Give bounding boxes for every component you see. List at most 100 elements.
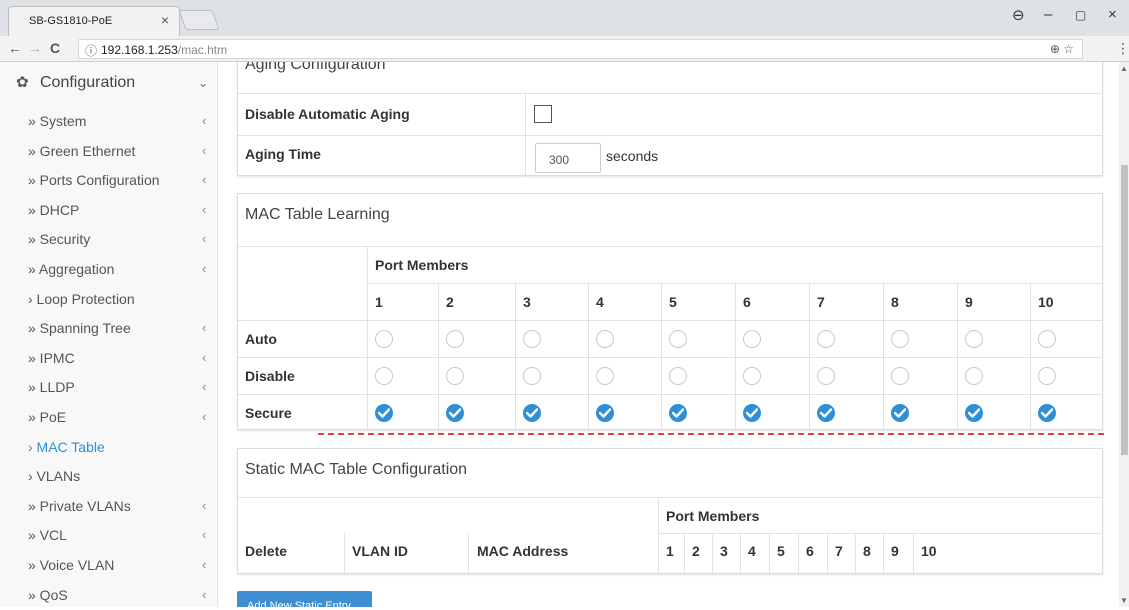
sidebar-item[interactable]: » Spanning Tree ‹	[16, 313, 216, 343]
radio-unchecked[interactable]	[523, 330, 541, 348]
radio-checked-icon[interactable]	[446, 404, 464, 422]
radio-checked-icon[interactable]	[375, 404, 393, 422]
sidebar-item[interactable]: » Ports Configuration ‹	[16, 165, 216, 195]
main-content: Aging Configuration Disable Automatic Ag…	[218, 62, 1119, 607]
radio-unchecked[interactable]	[446, 367, 464, 385]
window-close-icon[interactable]: ×	[1108, 6, 1117, 23]
divider	[1030, 283, 1031, 430]
port-number-header: 10	[1038, 294, 1054, 310]
sidebar-item[interactable]: › Loop Protection	[16, 284, 216, 314]
chevron-left-icon: ‹	[202, 320, 207, 336]
radio-unchecked[interactable]	[965, 367, 983, 385]
divider	[515, 283, 516, 430]
sidebar-item[interactable]: » Green Ethernet ‹	[16, 136, 216, 166]
radio-unchecked[interactable]	[596, 330, 614, 348]
site-info-icon[interactable]: ⓘ	[85, 42, 97, 59]
radio-unchecked[interactable]	[523, 367, 541, 385]
divider	[238, 497, 1102, 498]
port-number-header: 8	[863, 543, 871, 559]
maximize-icon[interactable]: ▢	[1075, 8, 1086, 22]
zoom-and-bookmark-icons[interactable]: ⊕ ☆	[1050, 42, 1074, 56]
profile-icon[interactable]: ⊖	[1012, 6, 1025, 24]
sidebar-item[interactable]: » DHCP ‹	[16, 195, 216, 225]
static-mac-title: Static MAC Table Configuration	[245, 461, 468, 478]
port-members-header: Port Members	[375, 257, 469, 273]
sidebar-item[interactable]: » IPMC ‹	[16, 343, 216, 373]
forward-icon[interactable]: →	[28, 40, 42, 56]
disable-aging-checkbox[interactable]	[534, 105, 552, 123]
radio-unchecked[interactable]	[743, 367, 761, 385]
radio-unchecked[interactable]	[1038, 330, 1056, 348]
radio-checked-icon[interactable]	[1038, 404, 1056, 422]
browser-menu-icon[interactable]: ⋮	[1116, 40, 1129, 57]
back-icon[interactable]: ←	[8, 40, 22, 56]
radio-unchecked[interactable]	[375, 330, 393, 348]
radio-unchecked[interactable]	[891, 330, 909, 348]
aging-time-input[interactable]: 300	[535, 143, 601, 173]
port-number-header: 10	[921, 543, 937, 559]
radio-unchecked[interactable]	[817, 367, 835, 385]
divider	[798, 533, 799, 573]
radio-checked-icon[interactable]	[596, 404, 614, 422]
sidebar-item[interactable]: » PoE ‹	[16, 402, 216, 432]
column-header-delete: Delete	[245, 543, 288, 559]
radio-checked-icon[interactable]	[965, 404, 983, 422]
radio-unchecked[interactable]	[817, 330, 835, 348]
sidebar-item-label: » QoS	[28, 586, 68, 603]
chevron-left-icon: ‹	[202, 172, 207, 188]
add-static-entry-button[interactable]: Add New Static Entry	[237, 591, 372, 607]
sidebar-item[interactable]: » QoS ‹	[16, 580, 216, 610]
sidebar-item[interactable]: » Aggregation ‹	[16, 254, 216, 284]
scrollbar-thumb[interactable]	[1121, 165, 1128, 455]
radio-checked-icon[interactable]	[523, 404, 541, 422]
sidebar-item[interactable]: » Private VLANs ‹	[16, 491, 216, 521]
radio-checked-icon[interactable]	[817, 404, 835, 422]
divider	[658, 533, 1102, 534]
new-tab-button[interactable]	[178, 10, 220, 30]
tab-close-icon[interactable]: ×	[161, 12, 169, 28]
divider	[735, 283, 736, 430]
sidebar-item-label: » Green Ethernet	[28, 142, 136, 159]
learning-mode-label: Disable	[245, 368, 295, 384]
sidebar-item[interactable]: » LLDP ‹	[16, 372, 216, 402]
sidebar-item-label: » Ports Configuration	[28, 172, 160, 189]
radio-unchecked[interactable]	[965, 330, 983, 348]
radio-unchecked[interactable]	[891, 367, 909, 385]
scroll-up-icon[interactable]: ▲	[1120, 64, 1128, 73]
sidebar-item[interactable]: » Voice VLAN ‹	[16, 550, 216, 580]
divider	[855, 533, 856, 573]
sidebar-header-configuration[interactable]: ✿ Configuration ⌄	[16, 72, 216, 96]
radio-unchecked[interactable]	[743, 330, 761, 348]
radio-unchecked[interactable]	[1038, 367, 1056, 385]
sidebar-item[interactable]: › VLANs	[16, 461, 216, 491]
divider	[769, 533, 770, 573]
divider	[827, 533, 828, 573]
sidebar-item-label: » VCL	[28, 527, 67, 544]
radio-unchecked[interactable]	[669, 330, 687, 348]
radio-checked-icon[interactable]	[743, 404, 761, 422]
radio-unchecked[interactable]	[375, 367, 393, 385]
sidebar-item[interactable]: › MAC Table	[16, 432, 216, 462]
radio-unchecked[interactable]	[446, 330, 464, 348]
divider	[525, 93, 526, 177]
browser-tab[interactable]: SB-GS1810-PoE ×	[8, 6, 180, 36]
reload-icon[interactable]: C	[50, 40, 60, 56]
radio-unchecked[interactable]	[596, 367, 614, 385]
url-field[interactable]: ⓘ 192.168.1.253/mac.htm ⊕ ☆	[78, 39, 1083, 59]
minimize-icon[interactable]: –	[1044, 6, 1052, 23]
sidebar-item-label: » Aggregation	[28, 261, 115, 277]
divider	[661, 283, 662, 430]
radio-checked-icon[interactable]	[669, 404, 687, 422]
sidebar-item[interactable]: » Security ‹	[16, 224, 216, 254]
radio-unchecked[interactable]	[669, 367, 687, 385]
sidebar-item[interactable]: » VCL ‹	[16, 520, 216, 550]
aging-time-unit: seconds	[606, 148, 659, 164]
scroll-down-icon[interactable]: ▼	[1120, 596, 1128, 605]
port-number-header: 1	[375, 294, 383, 310]
radio-checked-icon[interactable]	[891, 404, 909, 422]
divider	[684, 533, 685, 573]
sidebar-item[interactable]: » System ‹	[16, 106, 216, 136]
chevron-left-icon: ‹	[202, 527, 207, 543]
divider	[712, 533, 713, 573]
port-number-header: 3	[523, 294, 531, 310]
